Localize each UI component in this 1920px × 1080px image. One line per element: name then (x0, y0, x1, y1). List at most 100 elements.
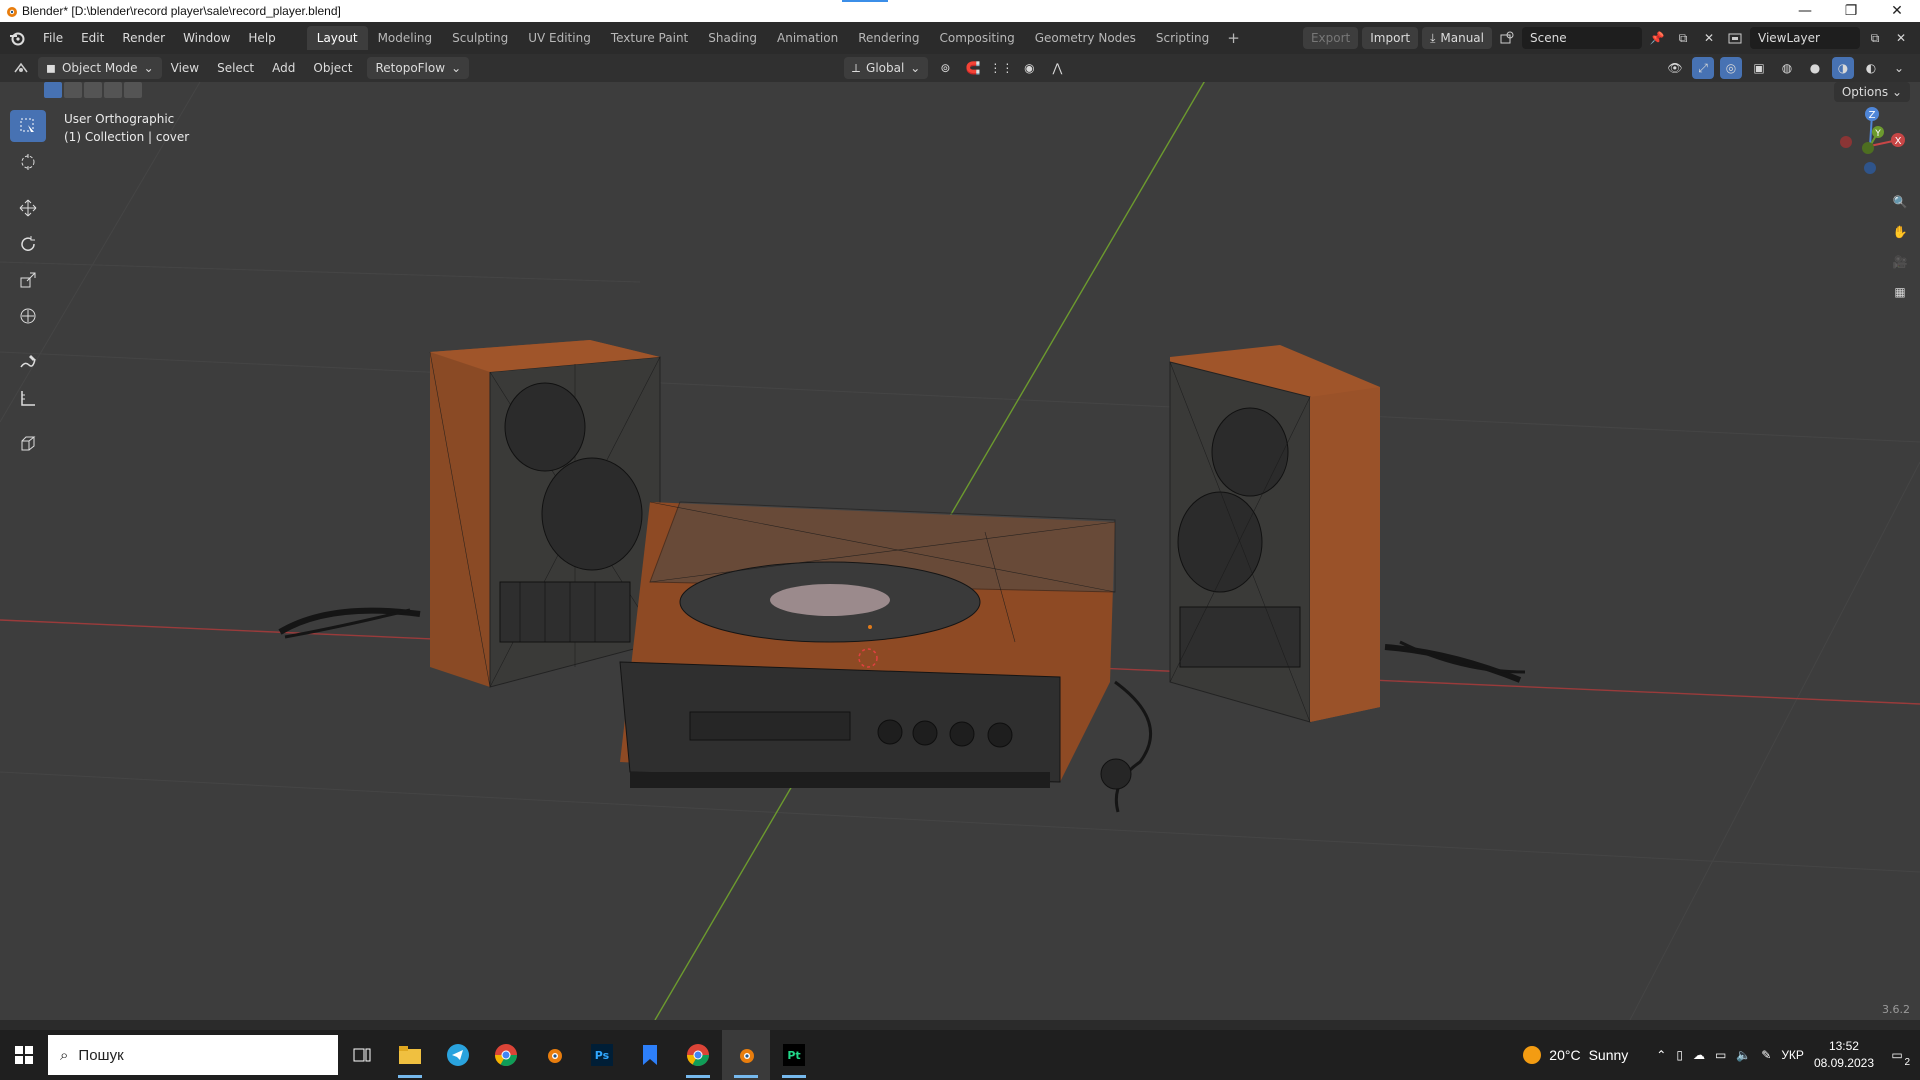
material-shading-icon[interactable]: ◑ (1832, 57, 1854, 79)
telegram-icon[interactable] (434, 1030, 482, 1080)
select-subtract-icon[interactable] (84, 82, 102, 98)
menu-window[interactable]: Window (174, 31, 239, 45)
options-button[interactable]: Options ⌄ (1833, 82, 1910, 102)
gizmo-toggle-icon[interactable]: ⤢ (1692, 57, 1714, 79)
blender-active-icon[interactable] (722, 1030, 770, 1080)
measure-tool-icon[interactable] (10, 382, 46, 414)
camera-view-icon[interactable]: 🎥 (1888, 250, 1912, 274)
photoshop-icon[interactable]: Ps (578, 1030, 626, 1080)
menu-edit[interactable]: Edit (72, 31, 113, 45)
menu-object[interactable]: Object (304, 61, 361, 75)
new-scene-icon[interactable]: ⧉ (1672, 27, 1694, 49)
annotate-tool-icon[interactable] (10, 346, 46, 378)
tab-sculpting[interactable]: Sculpting (442, 26, 518, 50)
pan-hand-icon[interactable]: ✋ (1888, 220, 1912, 244)
remove-view-layer-icon[interactable]: ✕ (1890, 27, 1912, 49)
view-layer-selector-icon[interactable] (1724, 27, 1746, 49)
clock[interactable]: 13:52 08.09.2023 (1814, 1038, 1874, 1072)
volume-icon[interactable]: 🔈 (1736, 1048, 1751, 1062)
tab-scripting[interactable]: Scripting (1146, 26, 1219, 50)
blender-taskbar-icon[interactable] (530, 1030, 578, 1080)
close-button[interactable]: ✕ (1874, 0, 1920, 22)
tab-shading[interactable]: Shading (698, 26, 767, 50)
navigation-gizmo[interactable]: Z X Y (1832, 104, 1912, 184)
solid-shading-icon[interactable]: ● (1804, 57, 1826, 79)
select-new-icon[interactable] (44, 82, 62, 98)
chevron-up-icon[interactable]: ⌃ (1656, 1048, 1666, 1062)
menu-view[interactable]: View (162, 61, 208, 75)
chrome-icon[interactable] (482, 1030, 530, 1080)
tab-animation[interactable]: Animation (767, 26, 848, 50)
menu-add[interactable]: Add (263, 61, 304, 75)
grid-view-icon[interactable]: ▦ (1888, 280, 1912, 304)
retopoflow-dropdown[interactable]: RetopoFlow ⌄ (367, 57, 470, 79)
remove-scene-icon[interactable]: ✕ (1698, 27, 1720, 49)
select-extend-icon[interactable] (64, 82, 82, 98)
overlay-toggle-icon[interactable]: ◎ (1720, 57, 1742, 79)
cloud-icon[interactable]: ☁ (1693, 1048, 1705, 1062)
editor-type-icon[interactable] (10, 57, 32, 79)
taskbar-search[interactable]: ⌕ Пошук (48, 1035, 338, 1075)
xray-icon[interactable]: ▣ (1748, 57, 1770, 79)
pivot-point-icon[interactable]: ⊚ (934, 57, 956, 79)
new-view-layer-icon[interactable]: ⧉ (1864, 27, 1886, 49)
shading-options-icon[interactable]: ⌄ (1888, 57, 1910, 79)
weather-widget[interactable]: 20°C Sunny (1523, 1046, 1628, 1064)
snap-icon[interactable]: 🧲 (962, 57, 984, 79)
import-button[interactable]: Import (1362, 27, 1419, 49)
device-icon[interactable]: ▯ (1676, 1048, 1683, 1062)
notifications-icon[interactable]: ▭ 2 (1884, 1042, 1910, 1068)
scene-selector-icon[interactable] (1496, 27, 1518, 49)
tab-modeling[interactable]: Modeling (368, 26, 443, 50)
chrome-profile-icon[interactable] (674, 1030, 722, 1080)
view-layer-field[interactable]: ViewLayer (1750, 27, 1860, 49)
select-intersect-icon[interactable] (124, 82, 142, 98)
visibility-icon[interactable]: 👁 (1664, 57, 1686, 79)
tab-layout[interactable]: Layout (306, 26, 368, 50)
zoom-icon[interactable]: 🔍 (1888, 190, 1912, 214)
add-cube-tool-icon[interactable] (10, 428, 46, 460)
chevron-down-icon: ⌄ (143, 61, 154, 75)
pen-icon[interactable]: ✎ (1761, 1048, 1771, 1062)
bookmark-app-icon[interactable] (626, 1030, 674, 1080)
cursor-tool-icon[interactable] (10, 146, 46, 178)
blender-menu-icon[interactable] (0, 30, 34, 46)
menu-help[interactable]: Help (239, 31, 284, 45)
menu-select[interactable]: Select (208, 61, 263, 75)
tab-texture-paint[interactable]: Texture Paint (601, 26, 698, 50)
falloff-icon[interactable]: ⋀ (1046, 57, 1068, 79)
add-workspace-button[interactable]: + (1219, 29, 1248, 47)
pycharm-icon[interactable]: Pt (770, 1030, 818, 1080)
start-button[interactable] (0, 1030, 48, 1080)
language-indicator[interactable]: УКР (1781, 1048, 1804, 1062)
rendered-shading-icon[interactable]: ◐ (1860, 57, 1882, 79)
snap-target-icon[interactable]: ⋮⋮ (989, 57, 1013, 79)
menu-render[interactable]: Render (113, 31, 174, 45)
mode-dropdown[interactable]: ◼ Object Mode ⌄ (38, 57, 162, 79)
transform-tool-icon[interactable] (10, 300, 46, 332)
view-name: User Orthographic (64, 112, 175, 126)
proportional-edit-icon[interactable]: ◉ (1018, 57, 1040, 79)
file-explorer-icon[interactable] (386, 1030, 434, 1080)
network-icon[interactable]: ▭ (1715, 1048, 1726, 1062)
select-box-tool-icon[interactable] (10, 110, 46, 142)
tab-geometry-nodes[interactable]: Geometry Nodes (1025, 26, 1146, 50)
tab-uv-editing[interactable]: UV Editing (518, 26, 601, 50)
menu-file[interactable]: File (34, 31, 72, 45)
wireframe-shading-icon[interactable]: ◍ (1776, 57, 1798, 79)
tab-rendering[interactable]: Rendering (848, 26, 929, 50)
3d-viewport[interactable]: User Orthographic (1) Collection | cover (0, 82, 1920, 1020)
export-button[interactable]: Export (1302, 27, 1359, 49)
minimize-button[interactable]: — (1782, 0, 1828, 22)
maximize-button[interactable]: ❐ (1828, 0, 1874, 22)
rotate-tool-icon[interactable] (10, 228, 46, 260)
tab-compositing[interactable]: Compositing (929, 26, 1024, 50)
scene-field[interactable]: Scene (1522, 27, 1642, 49)
pin-icon[interactable]: 📌 (1646, 27, 1668, 49)
manual-button[interactable]: ⤓ Manual (1422, 27, 1492, 49)
move-tool-icon[interactable] (10, 192, 46, 224)
orientation-dropdown[interactable]: ⟂ Global ⌄ (844, 57, 929, 79)
select-invert-icon[interactable] (104, 82, 122, 98)
scale-tool-icon[interactable] (10, 264, 46, 296)
task-view-icon[interactable] (338, 1030, 386, 1080)
